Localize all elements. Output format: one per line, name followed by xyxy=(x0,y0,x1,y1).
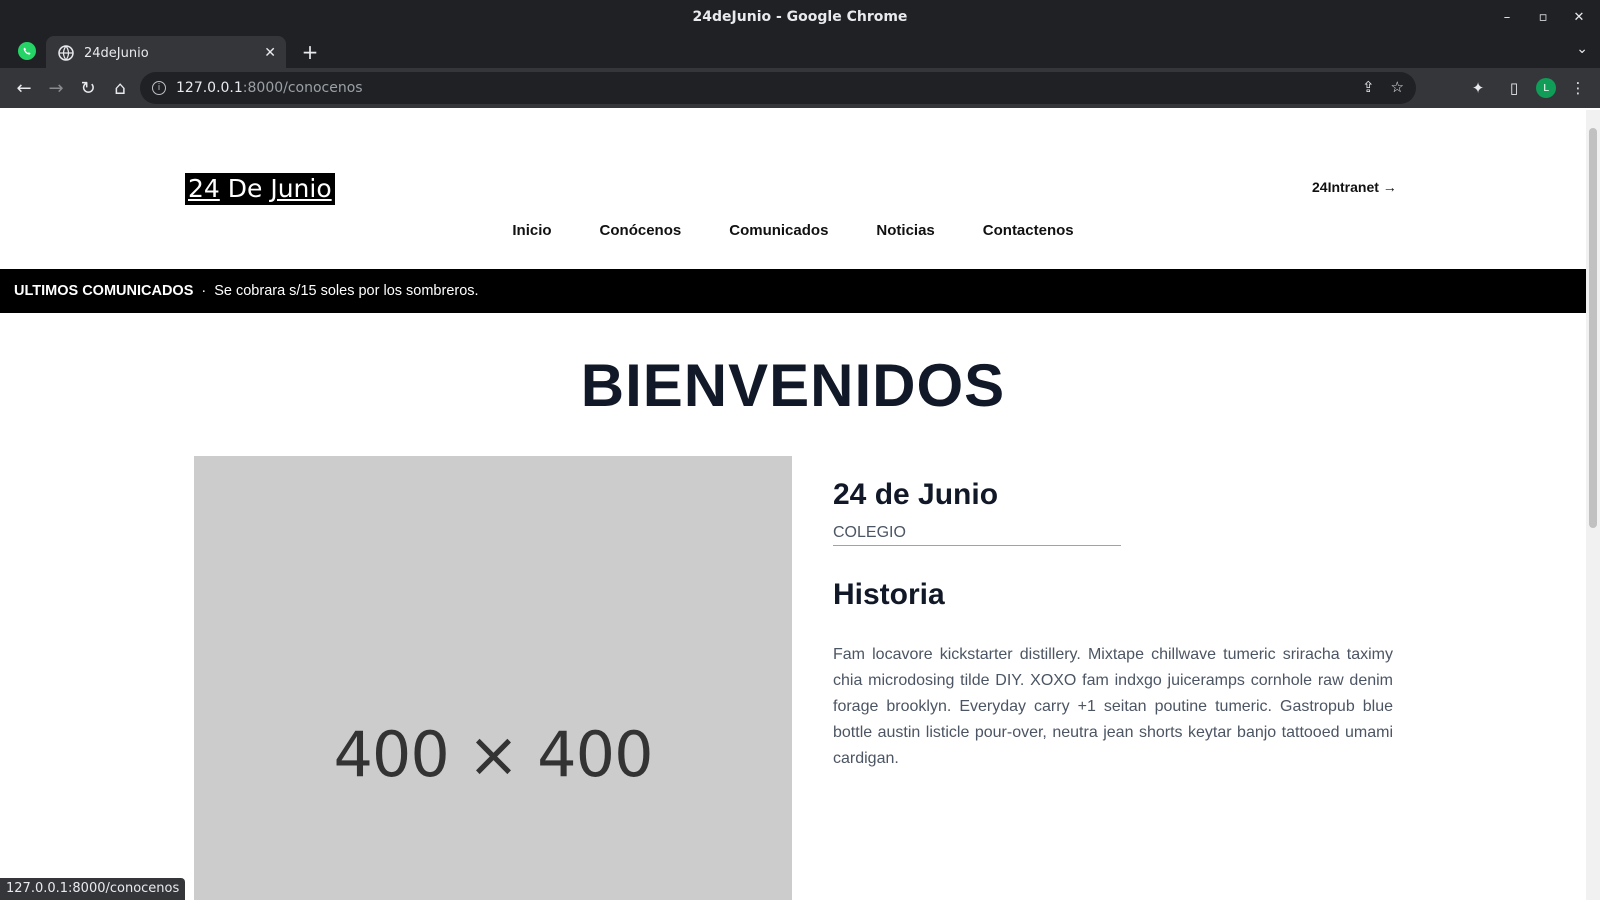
page-viewport: 24 De Junio 24Intranet → Inicio Conóceno… xyxy=(0,110,1586,900)
close-window-icon[interactable]: ✕ xyxy=(1568,6,1590,28)
school-name: 24 de Junio xyxy=(833,478,999,511)
site-header: 24 De Junio 24Intranet → Inicio Conóceno… xyxy=(0,110,1586,269)
whatsapp-pinned-tab[interactable] xyxy=(16,40,38,62)
extensions-icon[interactable]: ✦ xyxy=(1464,72,1492,104)
whatsapp-icon xyxy=(18,42,36,60)
profile-avatar[interactable]: L xyxy=(1536,78,1556,98)
close-icon[interactable]: ✕ xyxy=(264,45,276,61)
maximize-icon[interactable]: ▫ xyxy=(1532,6,1554,28)
nav-comunicados[interactable]: Comunicados xyxy=(729,222,828,239)
history-heading: Historia xyxy=(833,578,945,611)
placeholder-image: 400 × 400 xyxy=(194,456,792,900)
share-icon[interactable]: ⇪ xyxy=(1362,78,1375,96)
nav-conocenos[interactable]: Conócenos xyxy=(600,222,682,239)
site-logo[interactable]: 24 De Junio xyxy=(185,173,335,205)
tab-strip: 24deJunio ✕ + ⌄ xyxy=(0,34,1600,70)
url-host: 127.0.0.1 xyxy=(176,80,243,96)
page-title: BIENVENIDOS xyxy=(580,352,1006,419)
back-icon[interactable]: ← xyxy=(8,72,40,104)
home-icon[interactable]: ⌂ xyxy=(104,72,136,104)
school-info: 24 de Junio COLEGIO Historia Fam locavor… xyxy=(833,478,1393,772)
ticker-label: ULTIMOS COMUNICADOS xyxy=(14,283,194,299)
intranet-link[interactable]: 24Intranet → xyxy=(1312,179,1397,195)
plus-icon[interactable]: + xyxy=(298,40,322,64)
history-text: Fam locavore kickstarter distillery. Mix… xyxy=(833,646,1393,767)
more-icon[interactable]: ⋮ xyxy=(1564,72,1592,104)
nav-noticias[interactable]: Noticias xyxy=(876,222,934,239)
tab-title: 24deJunio xyxy=(84,45,149,61)
ticker-separator: · xyxy=(201,283,207,299)
nav-contactenos[interactable]: Contactenos xyxy=(983,222,1074,239)
toolbar-actions: ✦ ▯ L ⋮ xyxy=(1464,72,1592,104)
info-icon[interactable]: i xyxy=(152,81,166,95)
globe-icon xyxy=(58,45,74,61)
announcements-ticker: ULTIMOS COMUNICADOS · Se cobrara s/15 so… xyxy=(0,269,1586,313)
minimize-icon[interactable]: – xyxy=(1496,6,1518,28)
school-type: COLEGIO xyxy=(833,524,1121,546)
window-controls: – ▫ ✕ xyxy=(1496,6,1590,28)
nav-inicio[interactable]: Inicio xyxy=(512,222,551,239)
logo-junio: Junio xyxy=(270,174,332,203)
reload-icon[interactable]: ↻ xyxy=(72,72,104,104)
forward-icon[interactable]: → xyxy=(40,72,72,104)
link-status-bar: 127.0.0.1:8000/conocenos xyxy=(0,878,186,900)
star-icon[interactable]: ☆ xyxy=(1391,78,1404,96)
browser-tab[interactable]: 24deJunio ✕ xyxy=(46,36,286,70)
url-path: :8000/conocenos xyxy=(242,80,363,96)
main-nav: Inicio Conócenos Comunicados Noticias Co… xyxy=(0,222,1586,239)
sidepanel-icon[interactable]: ▯ xyxy=(1500,72,1528,104)
chevron-down-icon[interactable]: ⌄ xyxy=(1576,41,1588,57)
window-titlebar: 24deJunio - Google Chrome – ▫ ✕ xyxy=(0,0,1600,36)
logo-de: De xyxy=(219,174,271,203)
scrollbar-thumb[interactable] xyxy=(1589,128,1597,528)
logo-number: 24 xyxy=(188,174,220,203)
address-bar[interactable]: i 127.0.0.1:8000/conocenos ⇪ ☆ xyxy=(140,72,1416,104)
browser-toolbar: ← → ↻ ⌂ i 127.0.0.1:8000/conocenos ⇪ ☆ ✦… xyxy=(0,68,1600,108)
page-scrollbar[interactable] xyxy=(1586,110,1600,900)
window-title: 24deJunio - Google Chrome xyxy=(692,9,908,25)
ticker-message[interactable]: Se cobrara s/15 soles por los sombreros. xyxy=(214,283,478,299)
placeholder-label: 400 × 400 xyxy=(333,718,653,791)
